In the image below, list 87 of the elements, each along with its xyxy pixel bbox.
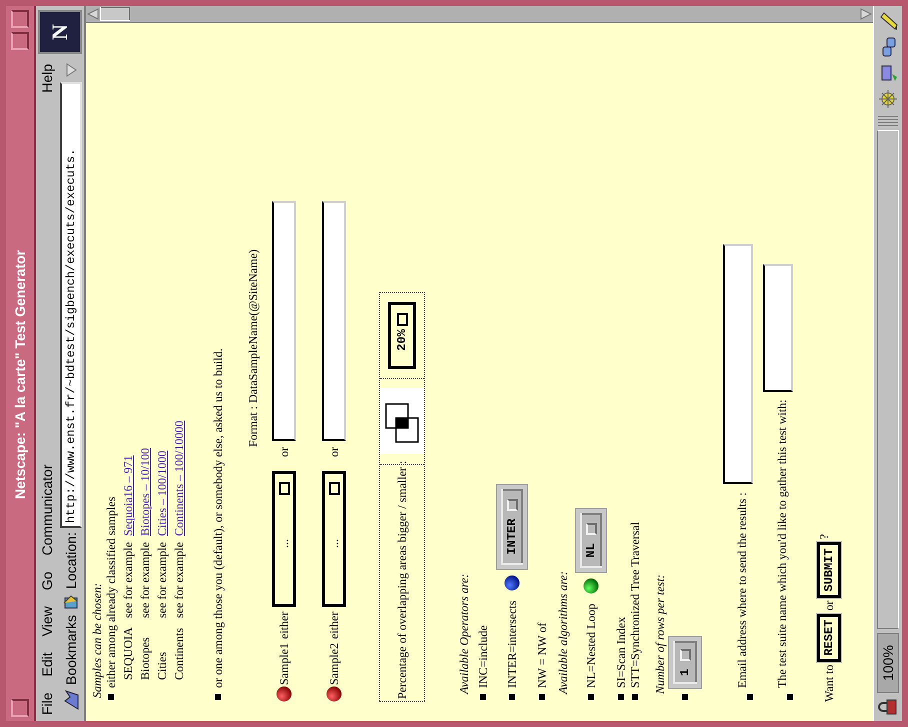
sample-name-field[interactable] xyxy=(322,201,346,441)
list-text: either among already classified samples xyxy=(104,496,118,688)
window-menu-button[interactable] xyxy=(11,699,29,717)
window-title: Netscape: "A la carte" Test Generator xyxy=(12,248,28,502)
prompt-text: Want to xyxy=(822,664,836,702)
menu-item[interactable]: View xyxy=(38,606,54,636)
list-text: INTER=intersects xyxy=(505,600,519,688)
list-text: STT=Synchronized Tree Traversal xyxy=(628,522,642,688)
bullet-icon xyxy=(215,694,221,700)
sample-link[interactable]: Biotopes – 10/100 xyxy=(138,448,152,536)
sample-name-field[interactable] xyxy=(272,201,296,441)
bullet-icon xyxy=(480,694,486,700)
or-label: or xyxy=(277,446,291,457)
submit-button[interactable]: SUBMIT xyxy=(817,542,841,598)
scroll-thumb[interactable] xyxy=(100,7,130,21)
list-text: INC=include xyxy=(476,625,490,688)
bullet-icon xyxy=(588,694,594,700)
bullet-icon xyxy=(747,694,753,700)
section-heading: Available Operators are: xyxy=(457,572,471,694)
question-mark: ? xyxy=(817,534,831,540)
sample-name: Biotopes xyxy=(138,636,152,680)
bullet-icon xyxy=(632,694,638,700)
pen-icon[interactable] xyxy=(878,10,898,32)
sample-label: Sample2 xyxy=(327,642,341,685)
operator-dropdown[interactable]: INTER xyxy=(497,484,527,569)
bullet-icon xyxy=(618,694,624,700)
either-label: either xyxy=(277,610,291,639)
maximize-button[interactable] xyxy=(11,10,29,28)
either-label: either xyxy=(327,610,341,639)
section-heading: Samples can be chosen: xyxy=(90,582,104,698)
vertical-scrollbar[interactable] xyxy=(86,6,873,23)
progress-percentage: 100% xyxy=(877,633,899,693)
hint-text: see for example xyxy=(155,541,169,618)
or-label: or xyxy=(822,600,836,611)
sample-name: Continents xyxy=(172,626,186,680)
bullet-icon xyxy=(108,694,114,700)
bullet-icon xyxy=(539,694,545,700)
ball-icon xyxy=(583,578,599,594)
overlap-squares-drawing xyxy=(380,388,424,454)
hint-text: see for example xyxy=(172,541,186,618)
rows-dropdown[interactable]: 1 xyxy=(669,636,701,688)
sample-link[interactable]: Continents – 100/10000 xyxy=(172,420,186,536)
ball-icon xyxy=(504,574,520,591)
or-label: or xyxy=(327,446,341,457)
menu-item[interactable]: Edit xyxy=(38,652,54,676)
scroll-down-icon[interactable] xyxy=(859,7,873,21)
sample-dropdown[interactable]: ... xyxy=(272,471,296,607)
field-label: Email address where to send the results : xyxy=(735,492,750,688)
sample-name: Cities xyxy=(155,650,169,680)
ball-icon xyxy=(326,686,342,702)
format-note: Format : DataSampleName(@SiteName) xyxy=(246,248,260,447)
security-lock-icon[interactable] xyxy=(878,697,898,717)
logo[interactable]: N xyxy=(38,10,82,54)
location-label: Location: xyxy=(62,532,78,589)
sample-link[interactable]: Cities – 100/1000 xyxy=(155,450,169,536)
hint-text: see for example xyxy=(121,541,135,618)
sample-label: Sample1 xyxy=(277,642,291,685)
list-text: or one among those you (default), or somebody else, asked us to build. xyxy=(211,348,225,688)
list-text: NW = NW of xyxy=(535,622,549,688)
percentage-dropdown[interactable]: 20% xyxy=(388,302,416,369)
minimize-button[interactable] xyxy=(11,32,29,50)
sample-dropdown[interactable]: ... xyxy=(322,471,346,607)
menu-item[interactable]: Communicator xyxy=(38,464,54,556)
section-heading: Available algorithms are: xyxy=(556,570,570,694)
ball-icon xyxy=(276,686,292,702)
location-icon[interactable] xyxy=(62,592,80,611)
hint-text: see for example xyxy=(138,541,152,618)
bullet-icon xyxy=(509,694,515,700)
compass-icon[interactable] xyxy=(878,88,898,110)
list-text: NL=Nested Loop xyxy=(584,604,598,688)
menu-item[interactable]: Go xyxy=(38,572,54,590)
suite-name-field[interactable] xyxy=(763,264,793,392)
section-heading: Number of rows per test: xyxy=(653,573,667,694)
bullet-icon xyxy=(787,694,793,700)
url-field[interactable]: http://www.enst.fr/~bdtest/sigbench/executs/executs. xyxy=(60,82,82,528)
email-field[interactable] xyxy=(723,244,753,484)
menu-item[interactable]: Help xyxy=(38,64,54,93)
algorithm-dropdown[interactable]: NL xyxy=(576,509,606,572)
reset-button[interactable]: RESET xyxy=(817,614,841,662)
list-text: SI=Scan Index xyxy=(614,616,628,688)
bookmarks-button[interactable]: Bookmarks xyxy=(62,614,78,685)
field-label: The test suite name which you'd like to gather this test with: xyxy=(775,400,790,688)
sample-name: SEQUOIA xyxy=(121,626,135,680)
menu-item[interactable]: File xyxy=(38,692,54,715)
bullet-icon xyxy=(682,694,688,700)
scroll-up-icon[interactable] xyxy=(86,7,100,21)
sample-link[interactable]: Sequoia16 – 971 xyxy=(121,455,135,536)
